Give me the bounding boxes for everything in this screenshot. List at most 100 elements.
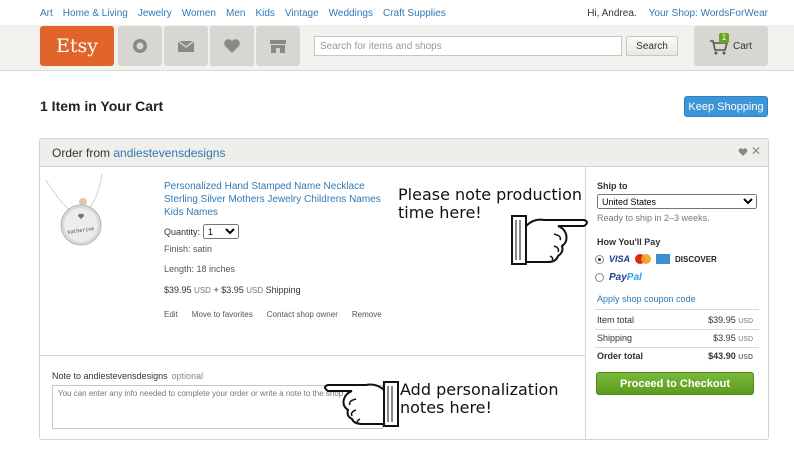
remove-link[interactable]: Remove — [352, 310, 382, 319]
nav-link-women[interactable]: Women — [182, 8, 216, 19]
nav-link-home-living[interactable]: Home & Living — [63, 8, 128, 19]
favorites-button[interactable] — [210, 26, 254, 66]
favorite-shop-heart-icon[interactable] — [738, 147, 748, 157]
card-radio[interactable] — [595, 254, 604, 264]
etsy-logo[interactable]: Etsy — [40, 26, 114, 66]
ready-to-ship-text: Ready to ship in 2–3 weeks. — [597, 213, 710, 223]
how-you-pay-label: How You'll Pay — [597, 237, 661, 247]
quantity-control: Quantity: 1 — [164, 224, 240, 239]
cart-count-badge: 1 — [719, 33, 729, 43]
order-total-value: $43.90 — [708, 351, 736, 361]
nav-link-weddings[interactable]: Weddings — [329, 8, 373, 19]
visa-logo: VISA — [609, 254, 631, 264]
payment-option-card[interactable]: VISA DISCOVER — [595, 254, 717, 264]
shipping-row: Shipping $3.95 USD — [597, 333, 753, 343]
shipping-currency: USD — [246, 286, 264, 295]
order-from-label: Order from — [52, 146, 111, 160]
cart-label: Cart — [733, 41, 752, 52]
amex-logo — [656, 254, 671, 264]
item-price: $39.95 USD + $3.95 USD Shipping — [164, 285, 301, 295]
heart-icon — [224, 39, 240, 53]
optional-label: optional — [171, 371, 204, 381]
mail-icon — [177, 40, 195, 52]
close-icon[interactable]: ✕ — [751, 144, 761, 158]
proceed-to-checkout-button[interactable]: Proceed to Checkout — [596, 372, 754, 395]
search-button[interactable]: Search — [626, 36, 678, 56]
apply-coupon-link[interactable]: Apply shop coupon code — [597, 294, 696, 304]
item-total-row: Item total $39.95 USD — [597, 315, 753, 325]
finish-variation: Finish: satin — [164, 244, 213, 254]
search-form: Search — [314, 36, 678, 58]
divider — [40, 355, 585, 356]
header-bar: Etsy Search 1 Cart — [0, 25, 794, 71]
nav-link-craft-supplies[interactable]: Craft Supplies — [383, 8, 446, 19]
quantity-select[interactable]: 1 — [203, 224, 240, 239]
discover-logo: DISCOVER — [675, 254, 717, 264]
order-from: Order from andiestevensdesigns — [52, 146, 225, 160]
contact-shop-owner-link[interactable]: Contact shop owner — [267, 310, 338, 319]
shipping-prefix: + $3.95 — [213, 285, 244, 295]
paypal-radio[interactable] — [595, 273, 604, 282]
payment-option-paypal[interactable]: PayPal — [595, 272, 642, 283]
move-to-favorites-link[interactable]: Move to favorites — [192, 310, 253, 319]
nav-link-vintage[interactable]: Vintage — [285, 8, 319, 19]
divider — [595, 329, 759, 330]
order-header: Order from andiestevensdesigns ✕ — [40, 139, 768, 167]
cart-button[interactable]: 1 Cart — [694, 26, 768, 66]
shipping-amount: $3.95 USD — [713, 333, 753, 343]
top-nav: Art Home & Living Jewelry Women Men Kids… — [0, 0, 794, 26]
category-links: Art Home & Living Jewelry Women Men Kids… — [40, 8, 446, 19]
pointing-hand-icon — [324, 381, 399, 427]
order-total-label: Order total — [597, 351, 644, 361]
shipping-total-currency: USD — [738, 336, 753, 343]
product-thumbnail[interactable]: katherine — [40, 170, 151, 255]
page-title: 1 Item in Your Cart — [40, 98, 164, 114]
order-total-row: Order total $43.90 USD — [597, 351, 753, 361]
length-variation: Length: 18 inches — [164, 264, 236, 274]
greeting[interactable]: Hi, Andrea. — [587, 8, 636, 19]
divider — [595, 309, 759, 310]
keep-shopping-button[interactable]: Keep Shopping — [684, 96, 768, 117]
item-total-currency: USD — [738, 318, 753, 325]
nav-link-jewelry[interactable]: Jewelry — [138, 8, 172, 19]
user-links: Hi, Andrea. Your Shop: WordsForWear — [587, 8, 768, 19]
paypal-logo: PayPal — [609, 272, 642, 283]
shop-button[interactable] — [256, 26, 300, 66]
order-total-currency: USD — [738, 354, 753, 361]
edit-link[interactable]: Edit — [164, 310, 178, 319]
paypal-logo-pay: Pay — [609, 272, 627, 283]
country-select[interactable]: United States — [597, 194, 757, 209]
order-summary: Ship to United States Ready to ship in 2… — [587, 167, 768, 439]
item-total-amount: $39.95 USD — [708, 315, 753, 325]
item-total-value: $39.95 — [708, 315, 736, 325]
shop-icon — [270, 40, 286, 53]
note-label: Note to andiestevensdesigns optional — [52, 371, 203, 381]
search-input[interactable] — [314, 36, 622, 56]
price-value: $39.95 — [164, 285, 192, 295]
personalization-annotation: Add personalization notes here! — [400, 380, 559, 418]
ship-to-label: Ship to — [597, 181, 628, 191]
shop-name-link[interactable]: andiestevensdesigns — [113, 146, 225, 160]
nav-link-kids[interactable]: Kids — [255, 8, 274, 19]
paypal-logo-pal: Pal — [626, 272, 642, 283]
activity-button[interactable] — [118, 26, 162, 66]
shipping-suffix: Shipping — [265, 285, 301, 295]
quantity-label: Quantity: — [164, 226, 201, 237]
nav-link-men[interactable]: Men — [226, 8, 245, 19]
product-title-link[interactable]: Personalized Hand Stamped Name Necklace … — [164, 180, 396, 219]
circle-icon — [133, 39, 147, 53]
item-total-label: Item total — [597, 315, 635, 325]
order-total-amount: $43.90 USD — [708, 351, 753, 361]
pointing-hand-icon — [511, 215, 588, 265]
nav-link-art[interactable]: Art — [40, 8, 53, 19]
necklace-image: katherine — [40, 170, 151, 255]
mastercard-logo — [635, 254, 652, 264]
messages-button[interactable] — [164, 26, 208, 66]
shipping-label: Shipping — [597, 333, 633, 343]
item-actions: Edit Move to favorites Contact shop owne… — [164, 310, 382, 319]
divider — [595, 347, 759, 348]
price-currency: USD — [194, 286, 211, 295]
your-shop-link[interactable]: Your Shop: WordsForWear — [649, 8, 768, 19]
shipping-value: $3.95 — [713, 333, 736, 343]
note-label-text: Note to andiestevensdesigns — [52, 371, 168, 381]
